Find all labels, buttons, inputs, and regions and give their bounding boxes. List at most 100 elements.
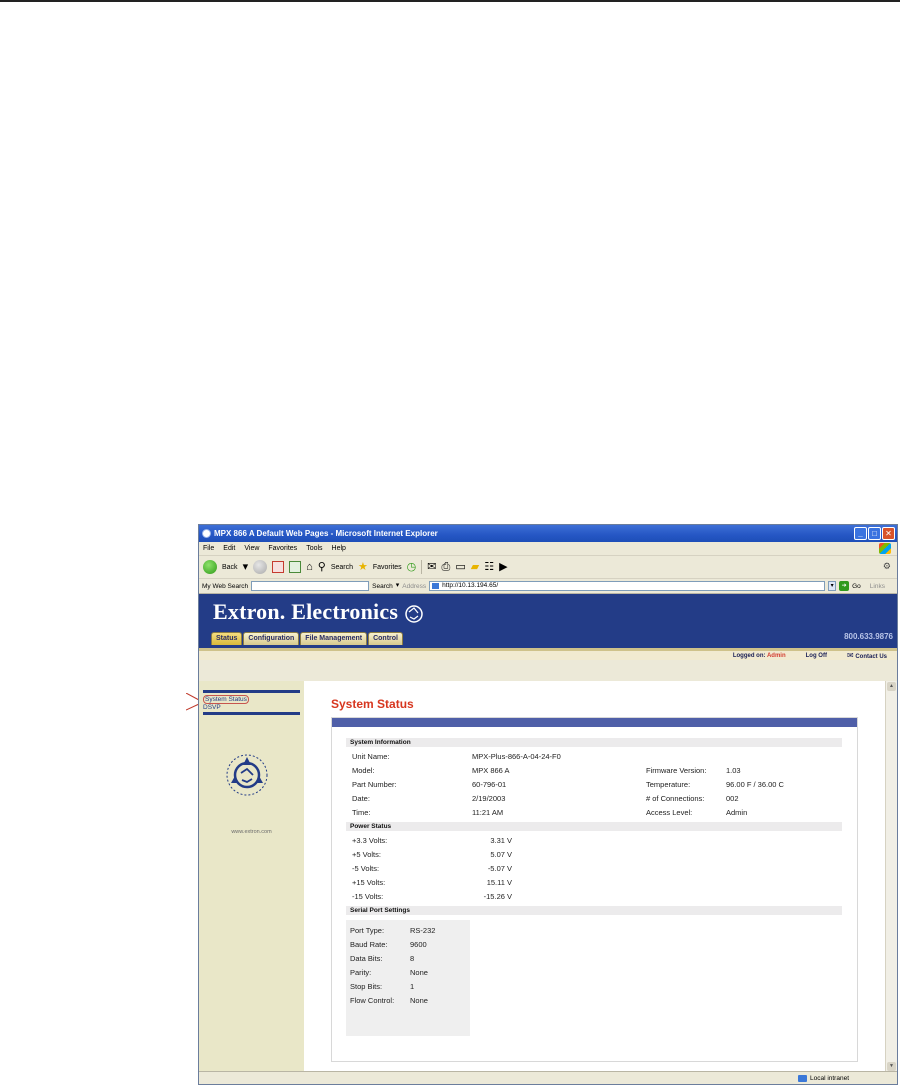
stop-icon[interactable] bbox=[272, 561, 285, 573]
sidebar-item-system-status[interactable]: System Status bbox=[203, 695, 249, 704]
parity-value: None bbox=[410, 968, 428, 977]
connections-label: # of Connections: bbox=[646, 794, 705, 803]
stop-bits-label: Stop Bits: bbox=[350, 982, 383, 991]
time-label: Time: bbox=[352, 808, 371, 817]
time-value: 11:21 AM bbox=[472, 808, 504, 817]
temperature-value: 96.00 F / 36.00 C bbox=[726, 780, 784, 789]
sidebar-item-dsvp[interactable]: DSVP bbox=[203, 704, 221, 711]
scroll-down-icon[interactable]: ▼ bbox=[887, 1062, 896, 1071]
power-value-neg5v: -5.07 V bbox=[487, 864, 512, 873]
scroll-up-icon[interactable]: ▲ bbox=[887, 682, 896, 691]
port-type-label: Port Type: bbox=[350, 926, 385, 935]
extron-globe-icon bbox=[405, 605, 423, 623]
logged-on-label: Logged on: bbox=[732, 652, 766, 659]
back-arrow-icon[interactable] bbox=[203, 560, 217, 574]
logoff-link[interactable]: Log Off bbox=[806, 653, 827, 659]
messenger-icon[interactable]: ☷ bbox=[484, 561, 494, 573]
home-icon[interactable]: ⌂ bbox=[306, 561, 313, 573]
tab-control[interactable]: Control bbox=[368, 632, 403, 645]
access-level-value: Admin bbox=[726, 808, 748, 817]
web-search-label: My Web Search bbox=[202, 582, 249, 590]
extron-seal-icon bbox=[226, 754, 268, 796]
vertical-scrollbar[interactable]: ▲ ▼ bbox=[885, 681, 897, 1072]
toolbar-separator bbox=[421, 560, 423, 574]
refresh-icon[interactable] bbox=[289, 561, 302, 573]
back-button-label[interactable]: Back bbox=[222, 564, 238, 571]
folder-icon[interactable]: ▰ bbox=[471, 561, 479, 573]
dropdown-icon[interactable]: ▾ bbox=[243, 561, 249, 573]
power-label-neg5v: -5 Volts: bbox=[352, 864, 380, 873]
menu-view[interactable]: View bbox=[244, 545, 259, 552]
data-bits-label: Data Bits: bbox=[350, 954, 383, 963]
serial-port-heading: Serial Port Settings bbox=[346, 906, 842, 915]
brand-name: Extron. Electronics bbox=[213, 599, 399, 624]
links-label[interactable]: Links bbox=[870, 583, 885, 590]
dropdown-icon[interactable]: ▾ bbox=[396, 580, 400, 592]
search-icon[interactable]: ⚲ bbox=[318, 561, 326, 573]
minimize-button[interactable]: _ bbox=[854, 527, 867, 540]
menu-favorites[interactable]: Favorites bbox=[268, 545, 297, 552]
main-panel: System Status System Information Unit Na… bbox=[304, 681, 885, 1072]
power-label-neg15v: -15 Volts: bbox=[352, 892, 384, 901]
sidebar-url[interactable]: www.extron.com bbox=[199, 829, 304, 835]
menu-edit[interactable]: Edit bbox=[223, 545, 235, 552]
extension-icon[interactable]: ⚙ bbox=[883, 561, 891, 572]
history-icon[interactable]: ◷ bbox=[407, 561, 417, 573]
sidebar-rule-top bbox=[203, 690, 300, 693]
address-dropdown-icon[interactable]: ▾ bbox=[828, 581, 837, 591]
power-status-heading: Power Status bbox=[346, 822, 842, 831]
windows-logo-icon bbox=[879, 543, 891, 554]
close-button[interactable]: ✕ bbox=[882, 527, 895, 540]
security-zone-label: Local intranet bbox=[809, 1074, 849, 1082]
temperature-label: Temperature: bbox=[646, 780, 691, 789]
window-title: MPX 866 A Default Web Pages - Microsoft … bbox=[214, 529, 438, 538]
maximize-button[interactable]: □ bbox=[868, 527, 881, 540]
tab-configuration[interactable]: Configuration bbox=[243, 632, 300, 645]
media-icon[interactable]: ▶ bbox=[499, 561, 507, 573]
envelope-icon: ✉ bbox=[846, 651, 854, 660]
forward-arrow-icon[interactable] bbox=[253, 560, 268, 574]
contact-label: Contact Us bbox=[855, 654, 887, 660]
sidebar: System Status DSVP www.extron.com bbox=[199, 681, 304, 1072]
flow-control-value: None bbox=[410, 996, 428, 1005]
browser-window: MPX 866 A Default Web Pages - Microsoft … bbox=[198, 524, 898, 1085]
edit-icon[interactable]: ▭ bbox=[455, 561, 465, 573]
go-button-label[interactable]: Go bbox=[852, 583, 861, 590]
print-icon[interactable]: ⎙ bbox=[442, 561, 451, 573]
title-bar[interactable]: MPX 866 A Default Web Pages - Microsoft … bbox=[199, 525, 897, 542]
mail-icon[interactable]: ✉ bbox=[427, 561, 436, 573]
page-icon bbox=[432, 583, 440, 589]
power-label-15v: +15 Volts: bbox=[352, 878, 386, 887]
address-input[interactable]: http://10.13.194.65/ bbox=[429, 581, 826, 591]
power-value-neg15v: -15.26 V bbox=[483, 892, 512, 901]
status-panel: System Information Unit Name: MPX-Plus-8… bbox=[331, 717, 858, 1062]
contact-link[interactable]: ✉ Contact Us bbox=[847, 651, 887, 660]
menu-tools[interactable]: Tools bbox=[306, 545, 322, 552]
search-button-label[interactable]: Search bbox=[331, 564, 353, 571]
sidebar-rule-bottom bbox=[203, 712, 300, 715]
date-label: Date: bbox=[352, 794, 370, 803]
intranet-zone-icon bbox=[797, 1074, 807, 1082]
tab-status[interactable]: Status bbox=[211, 632, 243, 645]
page-title: System Status bbox=[331, 697, 414, 711]
phone-number: 800.633.9876 bbox=[844, 632, 893, 641]
status-bar: Local intranet bbox=[199, 1071, 897, 1084]
address-label: Address bbox=[402, 582, 427, 590]
menu-help[interactable]: Help bbox=[332, 545, 346, 552]
firmware-version-value: 1.03 bbox=[726, 766, 741, 775]
logged-on-user: Admin bbox=[766, 652, 786, 659]
menu-file[interactable]: File bbox=[203, 545, 214, 552]
unit-name-label: Unit Name: bbox=[352, 752, 390, 761]
unit-name-value: MPX-Plus-866-A-04-24-F0 bbox=[472, 752, 561, 761]
power-label-5v: +5 Volts: bbox=[352, 850, 381, 859]
tab-file-management[interactable]: File Management bbox=[300, 632, 368, 645]
address-bar: My Web Search Search ▾ Address http://10… bbox=[199, 579, 897, 594]
favorites-button-label[interactable]: Favorites bbox=[373, 564, 402, 571]
web-search-input[interactable] bbox=[251, 581, 370, 591]
web-search-button[interactable]: Search bbox=[372, 583, 393, 590]
access-level-label: Access Level: bbox=[646, 808, 693, 817]
window-controls: _ □ ✕ bbox=[854, 527, 895, 540]
favorites-star-icon[interactable]: ★ bbox=[358, 561, 368, 573]
go-arrow-icon[interactable]: ➜ bbox=[839, 581, 850, 591]
part-number-value: 60-796-01 bbox=[472, 780, 507, 789]
